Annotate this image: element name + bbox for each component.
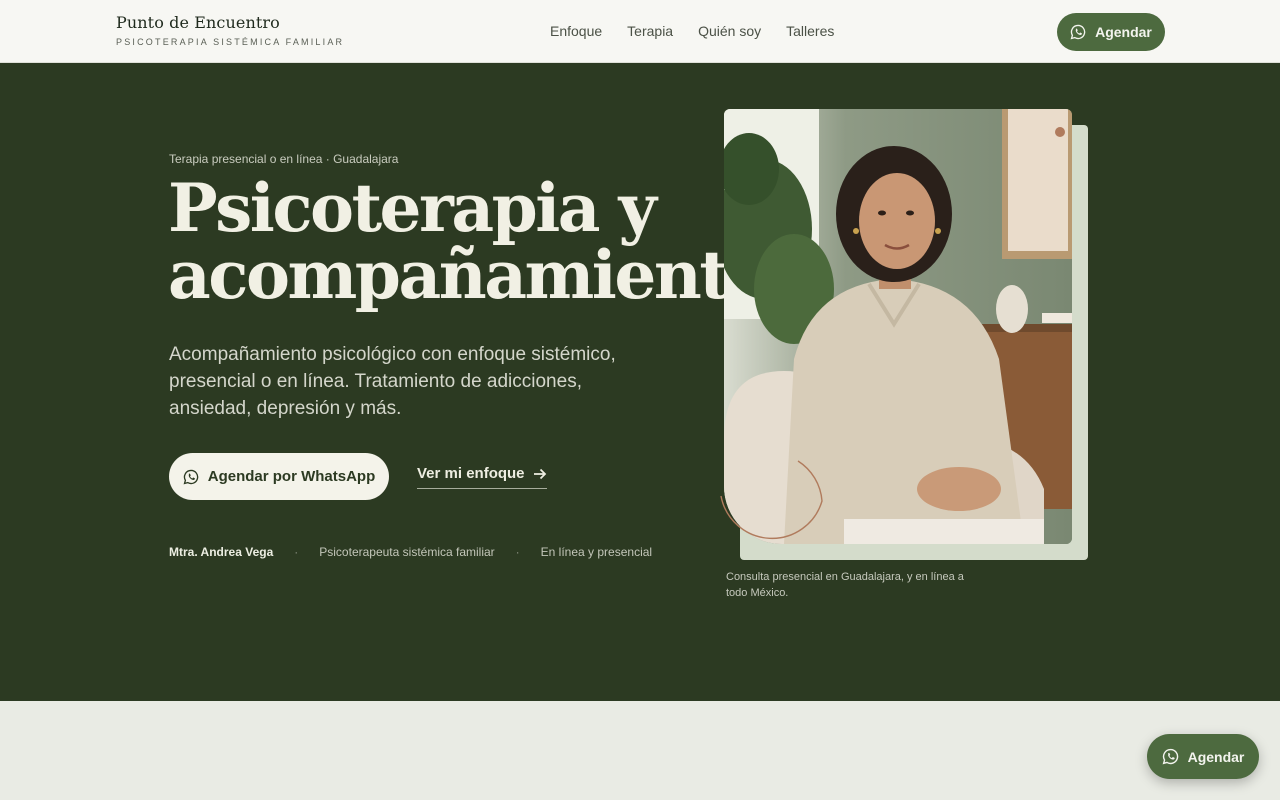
accent-dot: [1055, 127, 1065, 137]
whatsapp-icon: [183, 469, 199, 484]
arrow-right-icon: [533, 468, 546, 479]
nav-enfoque[interactable]: Enfoque: [550, 23, 602, 39]
brand-tagline: PSICOTERAPIA SISTÉMICA FAMILIAR: [116, 37, 345, 47]
whatsapp-cta-label: Agendar por WhatsApp: [207, 468, 376, 485]
whatsapp-cta-button[interactable]: Agendar por WhatsApp: [169, 453, 389, 500]
header-agendar-label: Agendar: [1095, 24, 1152, 40]
nav-terapia[interactable]: Terapia: [627, 23, 673, 39]
ver-enfoque-label: Ver mi enfoque: [417, 465, 525, 482]
nav-talleres[interactable]: Talleres: [786, 23, 834, 39]
header-agendar-button[interactable]: Agendar: [1057, 13, 1165, 51]
photo-caption: Consulta presencial en Guadalajara, y en…: [726, 571, 964, 599]
meta-separator: ·: [294, 545, 299, 559]
floating-agendar-button[interactable]: Agendar: [1147, 734, 1259, 779]
therapist-name: Mtra. Andrea Vega: [169, 545, 274, 559]
whatsapp-icon: [1162, 748, 1178, 765]
therapist-meta: Mtra. Andrea Vega · Psicoterapeuta sisté…: [169, 545, 652, 559]
therapist-role: Psicoterapeuta sistémica familiar: [319, 545, 495, 559]
hero-title: Psicoterapia y acompañamiento: [168, 175, 771, 309]
main-nav: Enfoque Terapia Quién soy Talleres: [550, 23, 834, 39]
meta-separator: ·: [515, 545, 520, 559]
decorative-arc: [720, 460, 823, 540]
floating-agendar-label: Agendar: [1187, 748, 1245, 765]
ver-enfoque-link[interactable]: Ver mi enfoque: [417, 465, 547, 489]
brand-name: Punto de Encuentro: [116, 13, 280, 32]
whatsapp-icon: [1070, 24, 1086, 40]
therapy-mode: En línea y presencial: [540, 545, 653, 559]
nav-quien-soy[interactable]: Quién soy: [698, 23, 761, 39]
hero-eyebrow: Terapia presencial o en línea · Guadalaj…: [169, 152, 399, 166]
brand[interactable]: Punto de Encuentro PSICOTERAPIA SISTÉMIC…: [116, 13, 344, 47]
hero-description: Acompañamiento psicológico con enfoque s…: [169, 344, 616, 419]
hero-title-line2: acompañamiento: [168, 236, 771, 314]
hero-section: Terapia presencial o en línea · Guadalaj…: [0, 63, 1280, 701]
site-header: Punto de Encuentro PSICOTERAPIA SISTÉMIC…: [0, 0, 1280, 63]
